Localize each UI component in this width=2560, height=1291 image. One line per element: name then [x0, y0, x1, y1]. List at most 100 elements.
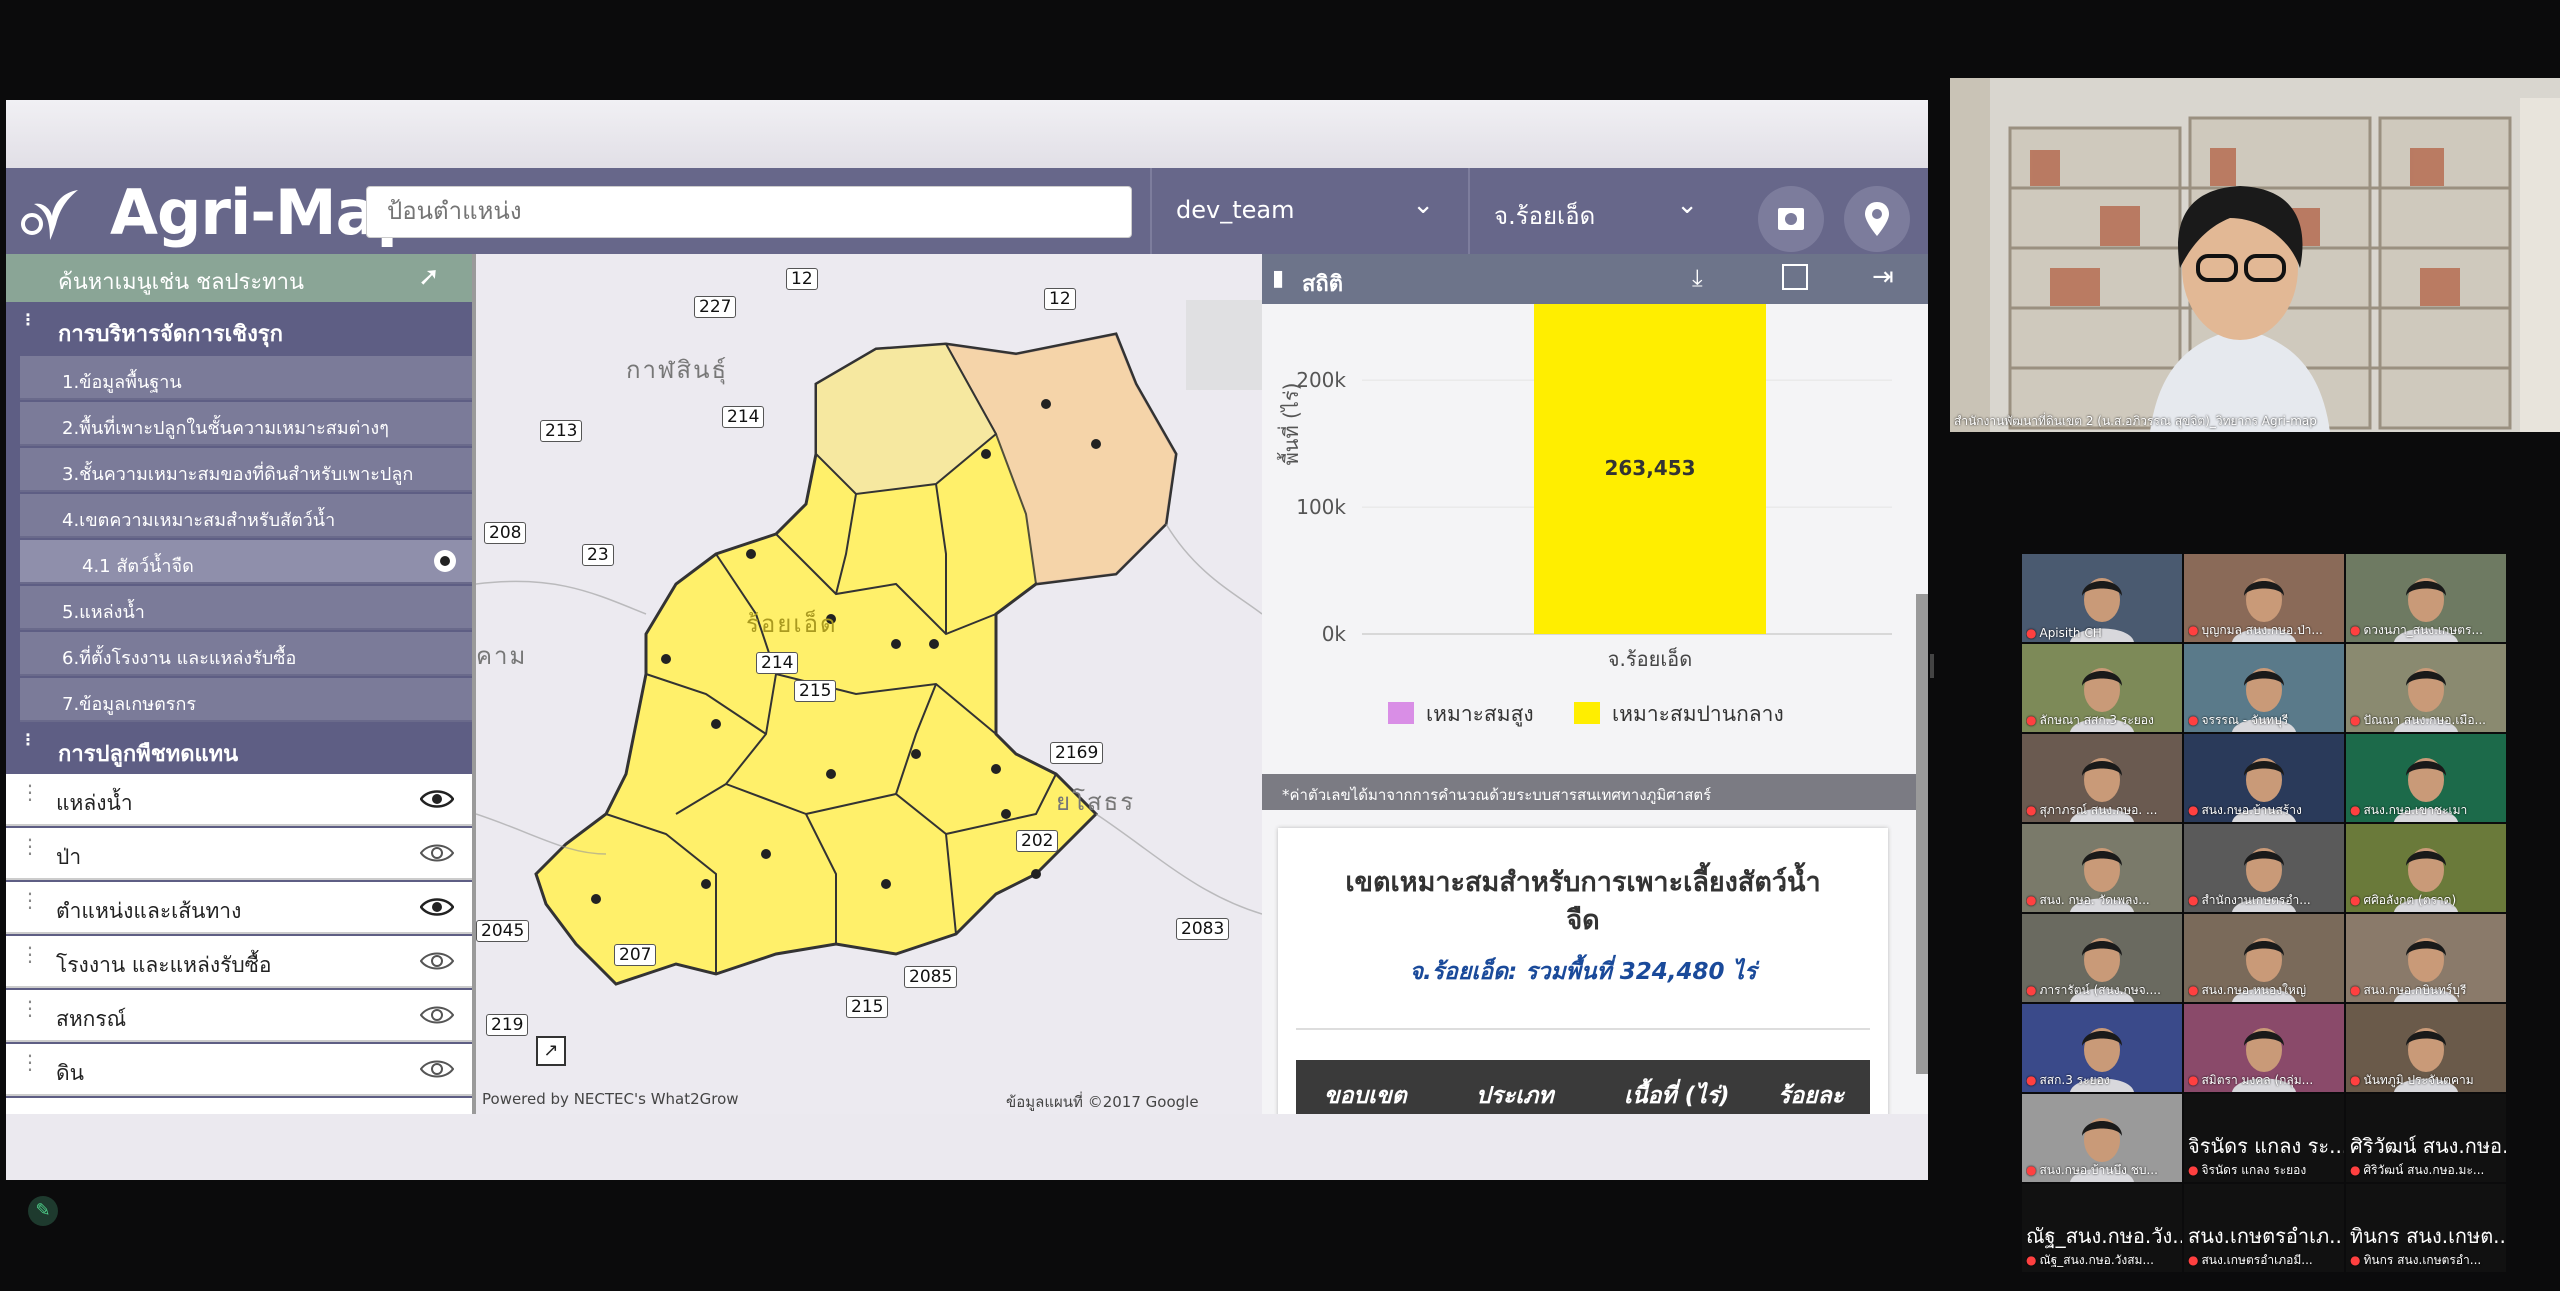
participant-tile[interactable]: ทินกร สนง.เกษต... ● ทินกร สนง.เกษตรอำ...: [2346, 1184, 2506, 1272]
fullscreen-map-icon[interactable]: ↗: [536, 1036, 566, 1066]
province-select[interactable]: จ.ร้อยเอ็ด ⌄: [1468, 168, 1732, 254]
participant-tile[interactable]: ● สนง.กษอ.กบินทร์บุรี: [2346, 914, 2506, 1002]
layer-cooperatives[interactable]: ⋮ สหกรณ์: [6, 990, 476, 1042]
sidebar-item-water-sources[interactable]: 5.แหล่งน้ำ: [20, 586, 476, 630]
eye-icon[interactable]: [420, 1058, 454, 1080]
drag-handle-icon[interactable]: ⋮: [20, 1052, 40, 1072]
shared-screen: Agri-Map dev_team ⌄ จ.ร้อยเอ็ด ⌄ ค้นหาเม…: [6, 100, 1928, 1180]
team-select[interactable]: dev_team ⌄: [1150, 168, 1468, 254]
sidebar-item-aquatic-zones[interactable]: 4.เขตความเหมาะสมสำหรับสัตว์น้ำ: [20, 494, 476, 538]
download-icon[interactable]: ⤓: [1692, 264, 1703, 292]
drag-handle-icon[interactable]: ⋮: [20, 944, 40, 964]
participant-tile[interactable]: ● Apisith CH: [2022, 554, 2182, 642]
eye-icon[interactable]: [420, 1004, 454, 1026]
annotate-pencil-icon[interactable]: ✎: [28, 1196, 58, 1226]
layer-label: ดิน: [56, 1061, 84, 1085]
column-header: ขอบเขต: [1324, 1083, 1407, 1109]
participant-tile[interactable]: ● สนง.กษอ.บ้านบึง ชบ...: [2022, 1094, 2182, 1182]
section-crop-replacement[interactable]: ⋮ การปลูกพืชทดแทน: [6, 724, 476, 774]
participant-tile[interactable]: ● ศศิอลังกต (ตราด): [2346, 824, 2506, 912]
sidebar-item-crop-areas[interactable]: 2.พื้นที่เพาะปลูกในชั้นความเหมาะสมต่างๆ: [20, 402, 476, 446]
drag-handle-icon[interactable]: ⋮: [20, 782, 40, 802]
participant-tile[interactable]: ● จรรรณ - จันทบุรี: [2184, 644, 2344, 732]
stats-panel: ▮ สถิติ ⤓ ⇥ 0k 100k 200k พื้นที่ (ไร่) 263,4…: [1262, 254, 1928, 1114]
map-view[interactable]: กาฬสินธุ์ ร้อยเอ็ด ยโสธร คาม 12 227 12 2…: [476, 254, 1262, 1114]
road-marker: 12: [786, 268, 818, 290]
participant-tile[interactable]: ● ภารารัตน์ (สนง.กษจ....: [2022, 914, 2182, 1002]
participant-tile[interactable]: ● สสก.3 ระยอง: [2022, 1004, 2182, 1092]
bar-chart-icon: ▮: [1272, 266, 1285, 291]
drag-handle-icon[interactable]: ⋮: [20, 836, 40, 856]
collapse-panel-icon[interactable]: ⇥: [1872, 262, 1894, 292]
participant-tile[interactable]: ● ลักษณา สสก.3 ระยอง: [2022, 644, 2182, 732]
participant-tile[interactable]: ● บุญกมล สนง.กษอ.ป่า...: [2184, 554, 2344, 642]
eye-icon[interactable]: [420, 788, 454, 810]
layer-factories[interactable]: ⋮ โรงงาน และแหล่งรับซื้อ: [6, 936, 476, 988]
sidebar-item-label: 2.พื้นที่เพาะปลูกในชั้นความเหมาะสมต่างๆ: [62, 418, 389, 439]
participant-name: ● นันทภูมิ ประจันตคาม: [2350, 1071, 2502, 1090]
participant-name-text: สนง. กษอ. วัดเพลง...: [2039, 893, 2150, 907]
participant-name-text: สนง.กษอ.บ้านบึง ชบ...: [2039, 1163, 2158, 1177]
sidebar-item-basic-info[interactable]: 1.ข้อมูลพื้นฐาน: [20, 356, 476, 400]
legend-swatch: [1574, 702, 1600, 724]
drag-handle-icon[interactable]: ⋮: [20, 312, 36, 328]
drag-handle-icon[interactable]: ⋮: [20, 998, 40, 1018]
participant-display-name: ศิริวัฒน์ สนง.กษอ...: [2350, 1134, 2506, 1158]
drag-handle-icon[interactable]: ⋮: [20, 732, 36, 748]
participant-name-text: ศิริวัฒน์ สนง.กษอ.มะ...: [2363, 1163, 2485, 1177]
locate-button[interactable]: [1844, 186, 1910, 252]
maximize-icon[interactable]: [1782, 264, 1808, 290]
participant-tile[interactable]: ● ดวงนภา_สนง.เกษตร...: [2346, 554, 2506, 642]
participant-tile[interactable]: ศิริวัฒน์ สนง.กษอ... ● ศิริวัฒน์ สนง.กษอ.ม…: [2346, 1094, 2506, 1182]
eye-icon[interactable]: [420, 896, 454, 918]
road-marker: 219: [486, 1014, 529, 1036]
section-proactive-management[interactable]: ⋮ การบริหารจัดการเชิงรุก: [6, 304, 476, 354]
participant-name-text: ณัฐ_สนง.กษอ.วังสม...: [2039, 1253, 2154, 1267]
muted-mic-icon: ●: [2026, 626, 2037, 640]
participant-name: ● สนง.กษอ.หนองใหญ่: [2188, 981, 2340, 1000]
eye-icon[interactable]: [420, 842, 454, 864]
map-pin-icon: [1865, 202, 1889, 236]
sidebar-item-factories[interactable]: 6.ที่ตั้งโรงงาน และแหล่งรับซื้อ: [20, 632, 476, 676]
speaker-name: สำนักงานพัฒนาที่ดินเขต 2 (น.ส.อภิวรรณ สุ…: [1954, 414, 2317, 428]
participant-name-text: จรรรณ - จันทบุรี: [2201, 713, 2289, 727]
sidebar-item-land-suitability[interactable]: 3.ชั้นความเหมาะสมของที่ดินสำหรับเพาะปลูก: [20, 448, 476, 492]
selected-radio-icon[interactable]: [434, 550, 456, 572]
participant-tile[interactable]: ● สำนักงานเกษตรอำ...: [2184, 824, 2344, 912]
participant-name: ● ณัฐ_สนง.กษอ.วังสม...: [2026, 1251, 2178, 1270]
eye-icon[interactable]: [420, 950, 454, 972]
layer-label: สหกรณ์: [56, 1007, 127, 1031]
panel-resize-handle[interactable]: [1930, 654, 1934, 678]
layer-water-sources[interactable]: ⋮ แหล่งน้ำ: [6, 774, 476, 826]
participant-tile[interactable]: ● สมิตรา มงคล (กลุ่ม...: [2184, 1004, 2344, 1092]
participant-display-name: สนง.เกษตรอำเภ...: [2188, 1224, 2344, 1248]
broom-clear-icon[interactable]: ➚: [418, 262, 440, 292]
place-label: ยโสธร: [1056, 788, 1136, 816]
location-search-input[interactable]: [366, 186, 1132, 238]
participant-tile[interactable]: ● สนง. กษอ. วัดเพลง...: [2022, 824, 2182, 912]
layer-locations-routes[interactable]: ⋮ ตำแหน่งและเส้นทาง: [6, 882, 476, 934]
sidebar-subitem-freshwater[interactable]: 4.1 สัตว์น้ำจืด: [20, 540, 476, 584]
participant-tile[interactable]: ● นันทภูมิ ประจันตคาม: [2346, 1004, 2506, 1092]
drag-handle-icon[interactable]: ⋮: [20, 890, 40, 910]
participant-tile[interactable]: ● สนง.กษอ.บ้านสร้าง: [2184, 734, 2344, 822]
participant-name: ● สนง.กษอ.เขาชะเมา: [2350, 801, 2502, 820]
sidebar-item-farmers[interactable]: 7.ข้อมูลเกษตรกร: [20, 678, 476, 722]
sidebar-item-label: 1.ข้อมูลพื้นฐาน: [62, 372, 182, 393]
agrimap-logo-icon: [21, 190, 78, 240]
layer-soil[interactable]: ⋮ ดิน: [6, 1044, 476, 1096]
province-map[interactable]: [476, 254, 1262, 1114]
stats-scrollbar[interactable]: [1916, 594, 1928, 1074]
participant-tile[interactable]: สนง.เกษตรอำเภ... ● สนง.เกษตรอำเภอมี...: [2184, 1184, 2344, 1272]
layer-forest[interactable]: ⋮ ป่า: [6, 828, 476, 880]
participant-tile[interactable]: จิรนัดร แกลง ระ... ● จิรนัดร แกลง ระยอง: [2184, 1094, 2344, 1182]
participant-tile[interactable]: ณัฐ_สนง.กษอ.วัง... ● ณัฐ_สนง.กษอ.วังสม...: [2022, 1184, 2182, 1272]
screenshot-button[interactable]: [1758, 186, 1824, 252]
participant-tile[interactable]: ● ปัณณา สนง.กษอ.เมือ...: [2346, 644, 2506, 732]
menu-search[interactable]: ค้นหาเมนูเช่น ชลประทาน ➚: [6, 254, 476, 302]
speaker-video[interactable]: สำนักงานพัฒนาที่ดินเขต 2 (น.ส.อภิวรรณ สุ…: [1950, 78, 2560, 432]
participant-tile[interactable]: ● สนง.กษอ.หนองใหญ่: [2184, 914, 2344, 1002]
participant-tile[interactable]: ● สุภาภรณ์ สนง.กษอ. ...: [2022, 734, 2182, 822]
participant-name: ● ดวงนภา_สนง.เกษตร...: [2350, 621, 2502, 640]
participant-tile[interactable]: ● สนง.กษอ.เขาชะเมา: [2346, 734, 2506, 822]
